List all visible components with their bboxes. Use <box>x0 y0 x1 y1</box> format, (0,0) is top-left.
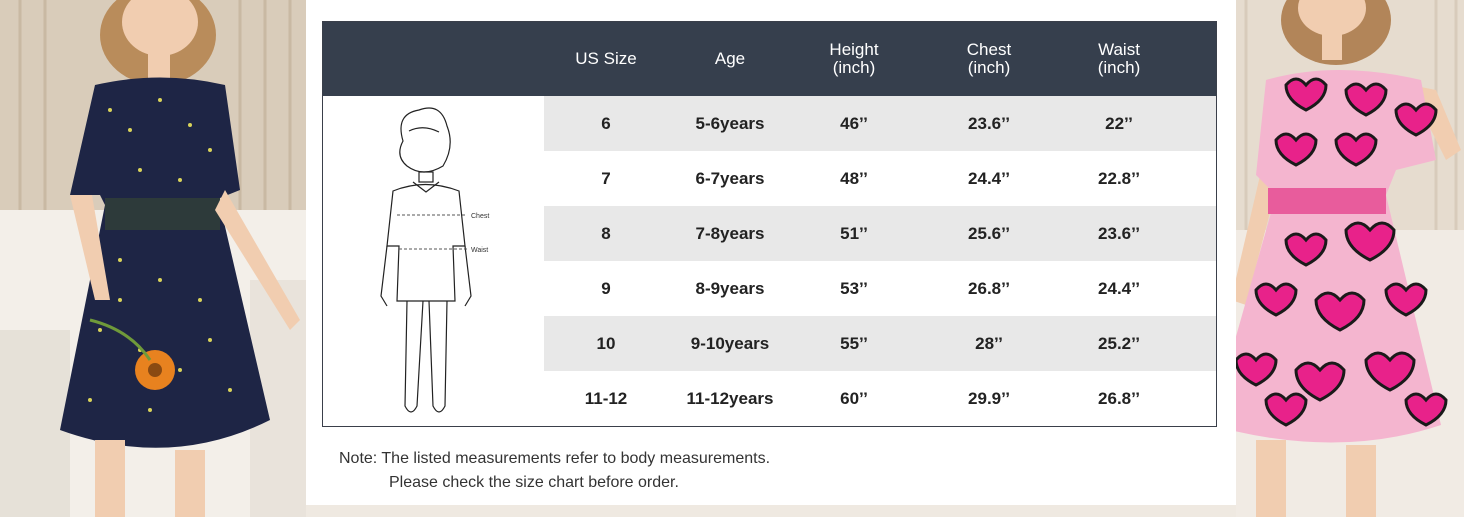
header-us-size-label: US Size <box>575 49 637 68</box>
waist-marker-label: Waist <box>471 247 488 254</box>
size-chart-card: US Size Age Height (inch) Chest (inch) W… <box>306 0 1236 505</box>
cell-chest: 28’’ <box>975 333 1003 353</box>
cell-chest: 23.6’’ <box>968 113 1010 133</box>
measurement-figure: Chest Waist <box>323 96 545 426</box>
header-chest-label: Chest <box>966 40 1012 59</box>
header-chest-unit: (inch) <box>967 58 1011 77</box>
cell-height: 53’’ <box>840 278 868 298</box>
table-row: 11-12 11-12years 60’’ 29.9’’ 26.8’’ <box>544 371 1216 426</box>
header-height: Height (inch) <box>792 22 916 96</box>
cell-waist: 24.4’’ <box>1098 278 1140 298</box>
cell-size: 11-12 <box>584 388 628 408</box>
measurement-note: Note: The listed measurements refer to b… <box>339 447 770 495</box>
header-age: Age <box>668 22 792 96</box>
cell-waist: 25.2’’ <box>1098 333 1140 353</box>
cell-age: 5-6years <box>695 113 765 133</box>
header-height-label: Height <box>829 40 879 59</box>
cell-age: 6-7years <box>695 168 765 188</box>
header-waist-unit: (inch) <box>1097 58 1141 77</box>
table-row: 8 7-8years 51’’ 25.6’’ 23.6’’ <box>544 206 1216 261</box>
header-height-unit: (inch) <box>832 58 876 77</box>
header-age-label: Age <box>714 49 746 68</box>
header-chest: Chest (inch) <box>916 22 1062 96</box>
cell-age: 8-9years <box>695 278 765 298</box>
cell-size: 6 <box>601 113 611 133</box>
cell-height: 48’’ <box>840 168 868 188</box>
table-row: 10 9-10years 55’’ 28’’ 25.2’’ <box>544 316 1216 371</box>
header-us-size: US Size <box>544 22 668 96</box>
cell-chest: 24.4’’ <box>968 168 1010 188</box>
cell-size: 8 <box>601 223 611 243</box>
note-line-2: Please check the size chart before order… <box>389 474 679 491</box>
cell-chest: 26.8’’ <box>968 278 1010 298</box>
cell-size: 9 <box>601 278 611 298</box>
cell-waist: 22.8’’ <box>1098 168 1140 188</box>
cell-chest: 29.9’’ <box>968 388 1010 408</box>
cell-age: 7-8years <box>695 223 765 243</box>
table-row: 9 8-9years 53’’ 26.8’’ 24.4’’ <box>544 261 1216 316</box>
cell-age: 9-10years <box>690 333 770 353</box>
chest-marker-label: Chest <box>471 213 489 220</box>
cell-height: 51’’ <box>840 223 868 243</box>
child-outline-icon: Chest Waist <box>380 107 489 413</box>
table-header: US Size Age Height (inch) Chest (inch) W… <box>323 22 1216 96</box>
product-photo-navy-floral-dress <box>0 0 306 517</box>
cell-waist: 22’’ <box>1105 113 1133 133</box>
table-row: 7 6-7years 48’’ 24.4’’ 22.8’’ <box>544 151 1216 206</box>
table-row: 6 5-6years 46’’ 23.6’’ 22’’ <box>544 96 1216 151</box>
cell-size: 10 <box>596 333 616 353</box>
size-chart-table: US Size Age Height (inch) Chest (inch) W… <box>322 21 1217 427</box>
cell-chest: 25.6’’ <box>968 223 1010 243</box>
cell-waist: 23.6’’ <box>1098 223 1140 243</box>
cell-height: 46’’ <box>840 113 868 133</box>
cell-height: 55’’ <box>840 333 868 353</box>
product-photo-pink-heart-dress <box>1236 0 1464 517</box>
cell-height: 60’’ <box>840 388 868 408</box>
cell-waist: 26.8’’ <box>1098 388 1140 408</box>
header-waist-label: Waist <box>1098 40 1140 59</box>
header-waist: Waist (inch) <box>1062 22 1176 96</box>
note-line-1: Note: The listed measurements refer to b… <box>339 450 771 467</box>
cell-size: 7 <box>601 168 611 188</box>
cell-age: 11-12years <box>686 388 774 408</box>
